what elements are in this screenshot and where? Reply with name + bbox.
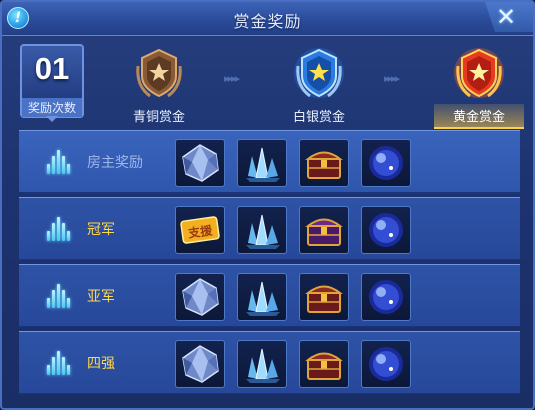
tier-gold-label: 黄金赏金 bbox=[434, 104, 524, 129]
gem-icon bbox=[182, 345, 219, 383]
reward-item[interactable] bbox=[361, 139, 411, 187]
title-bar: ! 赏金奖励 ✕ bbox=[2, 2, 533, 36]
reward-row: 亚军 bbox=[19, 264, 520, 327]
reward-item[interactable] bbox=[299, 340, 349, 388]
reward-item[interactable] bbox=[299, 139, 349, 187]
reward-count-label: 奖励次数 bbox=[22, 98, 82, 117]
panel-title: 赏金奖励 bbox=[233, 12, 302, 31]
blue-orb-icon bbox=[369, 347, 403, 381]
row-title: 冠军 bbox=[87, 222, 115, 238]
bounty-reward-panel: ! 赏金奖励 ✕ 01 奖励次数 青铜赏金 ▸▸▸▸ 白银赏金 ▸▸▸▸ 黄金赏… bbox=[0, 0, 535, 410]
tier-arrows: ▸▸▸▸ bbox=[384, 72, 400, 85]
reward-row: 冠军 支援 bbox=[19, 197, 520, 260]
reward-item[interactable] bbox=[175, 340, 225, 388]
tier-bronze[interactable]: 青铜赏金 bbox=[114, 42, 204, 128]
gem-icon bbox=[182, 144, 219, 182]
row-title: 亚军 bbox=[87, 289, 115, 305]
row-title: 房主奖励 bbox=[87, 155, 143, 171]
voucher-ticket-icon: 支援 bbox=[180, 216, 220, 244]
reward-item[interactable] bbox=[361, 273, 411, 321]
close-icon[interactable]: ✕ bbox=[493, 4, 519, 30]
reward-item[interactable]: 支援 bbox=[175, 206, 225, 254]
equalizer-icon bbox=[45, 284, 71, 308]
reward-row: 四强 bbox=[19, 331, 520, 394]
badge-pointer bbox=[46, 116, 58, 122]
reward-item[interactable] bbox=[175, 273, 225, 321]
silver-star-medal-icon bbox=[294, 48, 344, 98]
equalizer-icon bbox=[45, 217, 71, 241]
crystal-cluster-icon bbox=[246, 214, 280, 249]
blue-orb-icon bbox=[369, 280, 403, 314]
reward-item[interactable] bbox=[299, 206, 349, 254]
equalizer-icon bbox=[45, 351, 71, 375]
tier-silver-label: 白银赏金 bbox=[292, 110, 345, 125]
treasure-chest-icon bbox=[305, 285, 343, 313]
reward-item[interactable] bbox=[237, 139, 287, 187]
crystal-cluster-icon bbox=[246, 348, 280, 383]
gem-icon bbox=[182, 278, 219, 316]
treasure-chest-icon bbox=[305, 151, 343, 179]
treasure-chest-icon bbox=[305, 352, 343, 380]
treasure-chest-purple-icon bbox=[305, 218, 343, 246]
blue-orb-icon bbox=[369, 213, 403, 247]
reward-item[interactable] bbox=[237, 206, 287, 254]
equalizer-icon bbox=[45, 150, 71, 174]
reward-item[interactable] bbox=[299, 273, 349, 321]
reward-count-badge: 01 奖励次数 bbox=[20, 44, 84, 118]
reward-count-number: 01 bbox=[34, 51, 70, 86]
crystal-cluster-icon bbox=[246, 281, 280, 316]
reward-item[interactable] bbox=[237, 340, 287, 388]
crystal-cluster-icon bbox=[246, 147, 280, 182]
reward-item[interactable] bbox=[361, 340, 411, 388]
row-title: 四强 bbox=[87, 356, 115, 372]
bronze-star-medal-icon bbox=[136, 48, 182, 98]
gold-star-medal-icon bbox=[454, 48, 504, 98]
blue-orb-icon bbox=[369, 146, 403, 180]
reward-row: 房主奖励 bbox=[19, 130, 520, 193]
reward-item[interactable] bbox=[361, 206, 411, 254]
reward-item[interactable] bbox=[175, 139, 225, 187]
tier-gold[interactable]: 黄金赏金 bbox=[434, 42, 524, 129]
tier-bronze-label: 青铜赏金 bbox=[132, 110, 185, 125]
tier-silver[interactable]: 白银赏金 bbox=[274, 42, 364, 128]
reward-item[interactable] bbox=[237, 273, 287, 321]
tier-arrows: ▸▸▸▸ bbox=[224, 72, 240, 85]
